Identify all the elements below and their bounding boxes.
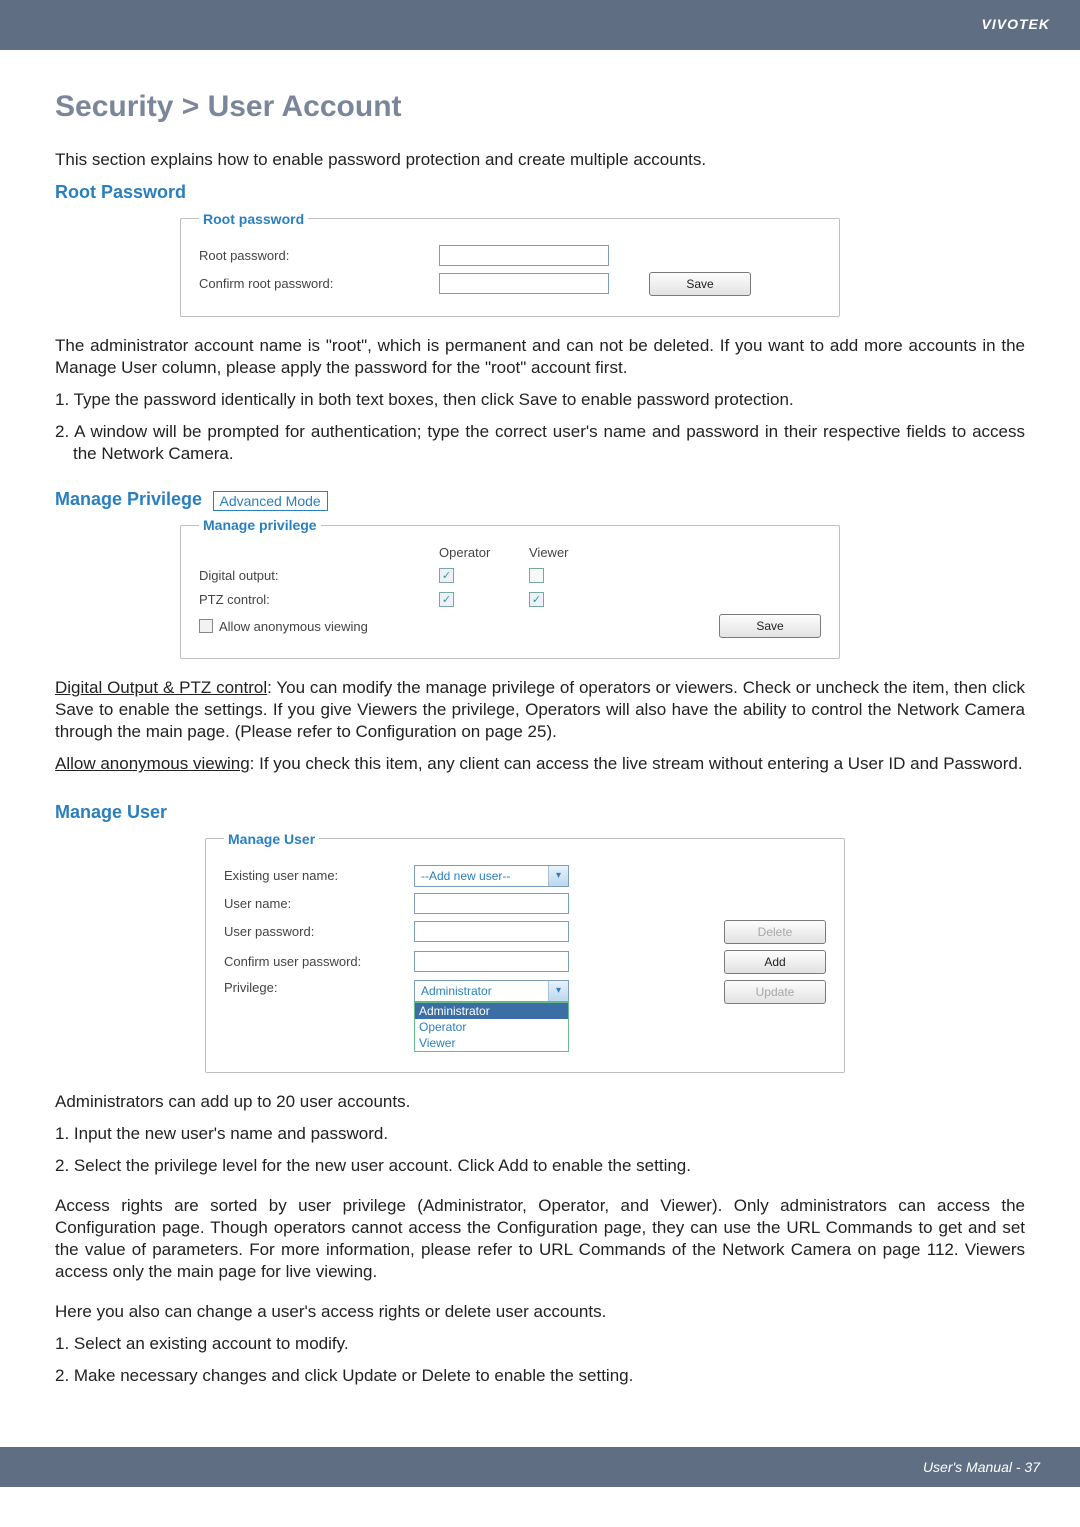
- root-password-legend: Root password: [199, 211, 308, 227]
- privilege-dropdown-list: Administrator Operator Viewer: [414, 1002, 569, 1052]
- mu-c2: 2. Make necessary changes and click Upda…: [55, 1365, 1025, 1387]
- col-viewer-header: Viewer: [529, 545, 619, 560]
- page-footer: User's Manual - 37: [0, 1447, 1080, 1487]
- col-operator-header: Operator: [439, 545, 529, 560]
- digital-output-label: Digital output:: [199, 568, 439, 583]
- priv-do-ptz-label: Digital Output & PTZ control: [55, 678, 267, 697]
- confirm-user-password-input[interactable]: [414, 951, 569, 972]
- page-content: Security > User Account This section exp…: [0, 50, 1080, 1427]
- mu-s1: 1. Input the new user's name and passwor…: [55, 1123, 1025, 1145]
- priv-anon-rest: : If you check this item, any client can…: [250, 754, 1023, 773]
- mu-access: Access rights are sorted by user privile…: [55, 1195, 1025, 1283]
- root-password-label: Root password:: [199, 248, 439, 263]
- existing-user-select[interactable]: --Add new user-- ▾: [414, 865, 569, 887]
- priv-text-p1: Digital Output & PTZ control: You can mo…: [55, 677, 1025, 743]
- root-desc-s2: 2. A window will be prompted for authent…: [55, 421, 1025, 465]
- mu-intro: Administrators can add up to 20 user acc…: [55, 1091, 1025, 1113]
- mu-s2: 2. Select the privilege level for the ne…: [55, 1155, 1025, 1177]
- user-password-label: User password:: [224, 924, 414, 939]
- confirm-root-password-label: Confirm root password:: [199, 276, 439, 291]
- intro-text: This section explains how to enable pass…: [55, 149, 1025, 172]
- user-password-input[interactable]: [414, 921, 569, 942]
- manage-privilege-heading-row: Manage Privilege Advanced Mode: [55, 489, 1025, 511]
- root-password-save-button[interactable]: Save: [649, 272, 751, 296]
- allow-anonymous-checkbox[interactable]: [199, 619, 213, 633]
- privilege-label: Privilege:: [224, 980, 414, 995]
- manage-user-fieldset: Manage User Existing user name: --Add ne…: [205, 831, 845, 1073]
- add-user-button[interactable]: Add: [724, 950, 826, 974]
- manage-privilege-legend: Manage privilege: [199, 517, 321, 533]
- digital-output-operator-checkbox[interactable]: ✓: [439, 568, 454, 583]
- ptz-operator-checkbox[interactable]: ✓: [439, 592, 454, 607]
- manage-privilege-save-button[interactable]: Save: [719, 614, 821, 638]
- root-desc-s1: 1. Type the password identically in both…: [55, 389, 1025, 411]
- footer-text: User's Manual - 37: [923, 1459, 1040, 1475]
- privilege-option-viewer[interactable]: Viewer: [415, 1035, 568, 1051]
- privilege-option-operator[interactable]: Operator: [415, 1019, 568, 1035]
- root-password-input[interactable]: [439, 245, 609, 266]
- advanced-mode-badge: Advanced Mode: [213, 491, 328, 511]
- manage-privilege-heading: Manage Privilege: [55, 489, 202, 509]
- user-name-label: User name:: [224, 896, 414, 911]
- page-title: Security > User Account: [55, 90, 1025, 124]
- mu-change: Here you also can change a user's access…: [55, 1301, 1025, 1323]
- manage-user-panel: Manage User Existing user name: --Add ne…: [205, 831, 1025, 1073]
- chevron-down-icon: ▾: [548, 866, 568, 886]
- existing-user-value: --Add new user--: [421, 869, 510, 883]
- allow-anonymous-label: Allow anonymous viewing: [219, 619, 368, 634]
- root-desc-p1: The administrator account name is "root"…: [55, 335, 1025, 379]
- brand-label: VIVOTEK: [982, 16, 1050, 32]
- user-name-input[interactable]: [414, 893, 569, 914]
- privilege-select[interactable]: Administrator ▾ Administrator Operator V…: [414, 980, 569, 1052]
- existing-user-label: Existing user name:: [224, 868, 414, 883]
- privilege-option-administrator[interactable]: Administrator: [415, 1003, 568, 1019]
- ptz-viewer-checkbox[interactable]: ✓: [529, 592, 544, 607]
- manage-privilege-fieldset: Manage privilege Operator Viewer Digital…: [180, 517, 840, 659]
- digital-output-viewer-checkbox[interactable]: ✓: [529, 568, 544, 583]
- manage-privilege-panel: Manage privilege Operator Viewer Digital…: [180, 517, 1025, 659]
- priv-anon-label: Allow anonymous viewing: [55, 754, 250, 773]
- root-password-fieldset: Root password Root password: Confirm roo…: [180, 211, 840, 317]
- priv-text-p2: Allow anonymous viewing: If you check th…: [55, 753, 1025, 775]
- manage-user-legend: Manage User: [224, 831, 319, 847]
- confirm-user-password-label: Confirm user password:: [224, 954, 414, 969]
- delete-user-button[interactable]: Delete: [724, 920, 826, 944]
- mu-c1: 1. Select an existing account to modify.: [55, 1333, 1025, 1355]
- confirm-root-password-input[interactable]: [439, 273, 609, 294]
- ptz-control-label: PTZ control:: [199, 592, 439, 607]
- manage-user-heading: Manage User: [55, 802, 1025, 823]
- header-banner: VIVOTEK: [0, 0, 1080, 50]
- root-password-panel: Root password Root password: Confirm roo…: [180, 211, 1025, 317]
- update-user-button[interactable]: Update: [724, 980, 826, 1004]
- chevron-down-icon: ▾: [548, 981, 568, 1001]
- root-password-heading: Root Password: [55, 182, 1025, 203]
- privilege-value: Administrator: [421, 984, 492, 998]
